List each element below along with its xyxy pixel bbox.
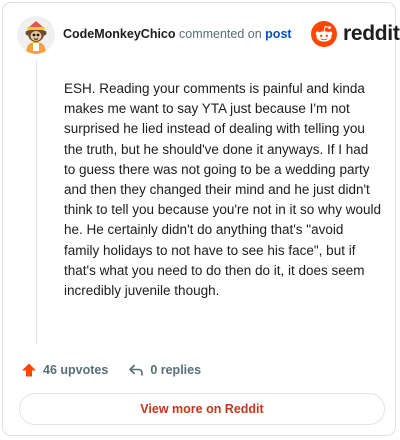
reddit-wordmark: reddit	[343, 22, 400, 45]
comment-header: CodeMonkeyChico commented on post	[63, 27, 292, 41]
view-more-button[interactable]: View more on Reddit	[19, 393, 385, 425]
upvote-arrow-icon	[22, 363, 36, 377]
comment-embed-card: CodeMonkeyChico commented on post reddit…	[2, 2, 400, 436]
username-link[interactable]: CodeMonkeyChico	[63, 27, 176, 41]
comment-body: ESH. Reading your comments is painful an…	[64, 81, 382, 299]
avatar-image	[17, 16, 55, 54]
avatar[interactable]	[17, 16, 55, 54]
upvote-button[interactable]: 46 upvotes	[21, 362, 108, 378]
reply-count: 0 replies	[150, 363, 202, 377]
thread-line	[36, 61, 37, 344]
reddit-brand-link[interactable]: reddit	[311, 21, 400, 47]
commented-on-text: commented on	[179, 27, 262, 41]
reply-arrow-icon	[129, 364, 144, 376]
comment-actions: 46 upvotes 0 replies	[21, 360, 201, 380]
reddit-logo-icon	[311, 21, 337, 47]
reply-button[interactable]: 0 replies	[128, 362, 201, 378]
upvote-count: 46 upvotes	[43, 363, 109, 377]
post-link[interactable]: post	[265, 27, 291, 41]
